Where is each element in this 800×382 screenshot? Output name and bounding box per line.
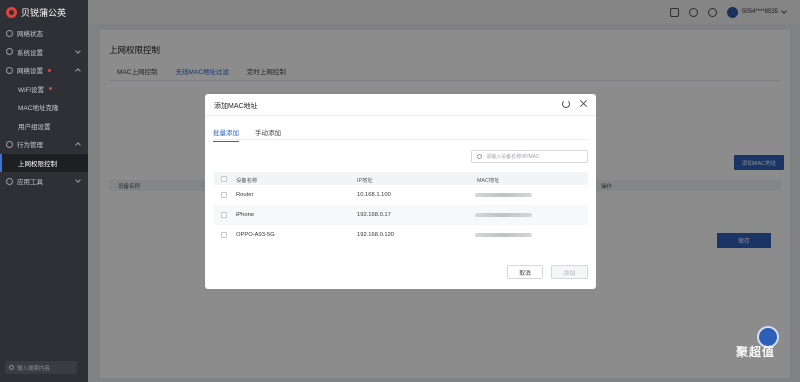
shield-icon [6,140,13,148]
table-row[interactable]: OPPO-A93-5G 192.168.0.120 [214,225,588,245]
sidebar-search-input[interactable]: 输入搜索内容 [5,361,77,374]
sidebar-item-label: 系统设置 [17,49,43,57]
device-table: 设备名称 IP地址 MAC地址 Router 10.168.1.100 iPho… [214,172,588,245]
row-checkbox[interactable] [221,212,227,218]
sidebar-item-network-status[interactable]: 网络状态 [0,24,88,43]
sidebar-item-label: MAC地址克隆 [18,105,59,113]
close-icon[interactable] [579,99,588,108]
table-header: 设备名称 IP地址 MAC地址 [214,172,588,185]
modal-tabs-divider [213,138,588,140]
gear-icon [6,48,13,56]
sidebar-item-system-settings[interactable]: 系统设置 [0,43,88,62]
chevron-down-icon [75,177,81,183]
alert-dot-icon [48,68,51,72]
network-icon [6,66,13,74]
tab-batch-add[interactable]: 批量添加 [213,127,239,142]
sidebar-item-user-groups[interactable]: 用户组设置 [0,117,88,136]
tab-manual-add[interactable]: 手动添加 [255,127,281,142]
refresh-icon[interactable] [562,100,570,108]
device-ip: 192.168.0.120 [357,232,395,238]
device-search-input[interactable]: 请输入设备名称/IP/MAC [471,150,588,163]
grid-icon [6,177,13,185]
column-ip: IP地址 [357,177,373,184]
sidebar-item-label: 行为管理 [17,142,43,150]
sidebar-item-app-tools[interactable]: 应用工具 [0,172,88,191]
chevron-up-icon [75,68,81,74]
modal-title: 添加MAC地址 [214,103,258,110]
row-checkbox[interactable] [221,232,227,238]
alert-dot-icon [49,87,52,91]
search-icon [9,365,14,370]
sidebar-item-network-settings[interactable]: 网络设置 [0,61,88,80]
chevron-down-icon [75,47,81,54]
mac-address-redacted [475,193,532,197]
sidebar-nav: 网络状态 系统设置 网络设置 WiFi设置 MAC地址克隆 用户组设置 行为管理 [0,24,88,191]
search-placeholder: 请输入设备名称/IP/MAC [486,154,540,160]
device-name: iPhone [236,212,255,218]
mac-address-redacted [475,213,532,217]
modal-header-divider [205,115,596,116]
sidebar-item-mac-clone[interactable]: MAC地址克隆 [0,98,88,117]
column-device-name: 设备名称 [236,177,258,184]
modal-tabs: 批量添加 手动添加 [213,127,281,142]
device-name: Router [236,192,254,198]
table-row[interactable]: Router 10.168.1.100 [214,185,588,205]
column-mac: MAC地址 [477,177,500,184]
sidebar-item-wifi-settings[interactable]: WiFi设置 [0,80,88,99]
sidebar-item-label: 网络状态 [17,31,43,39]
select-all-checkbox[interactable] [221,175,227,182]
sidebar-item-access-control[interactable]: 上网权限控制 [0,153,88,172]
table-row[interactable]: iPhone 192.168.0.17 [214,205,588,225]
brand-logo: 贝锐蒲公英 [0,0,88,24]
sidebar: 贝锐蒲公英 网络状态 系统设置 网络设置 WiFi设置 MAC地址克隆 用户组设… [0,0,88,382]
logo-icon [6,6,17,18]
brand-name: 贝锐蒲公英 [21,7,67,18]
add-mac-modal: 添加MAC地址 批量添加 手动添加 请输入设备名称/IP/MAC 设备名称 IP… [205,94,596,289]
sidebar-item-label: 上网权限控制 [18,160,57,168]
sidebar-item-label: 用户组设置 [18,123,51,131]
sidebar-item-label: 网络设置 [17,68,43,76]
device-name: OPPO-A93-5G [236,232,275,238]
cancel-button[interactable]: 取消 [507,265,543,279]
device-ip: 10.168.1.100 [357,192,391,198]
sidebar-item-label: 应用工具 [17,179,43,187]
search-icon [477,154,482,159]
watermark-logo: 聚超值 [736,345,776,359]
chevron-up-icon [75,142,81,148]
mac-address-redacted [475,233,532,237]
row-checkbox[interactable] [221,192,227,198]
globe-icon [6,29,13,37]
device-ip: 192.168.0.17 [357,212,391,218]
sidebar-search-placeholder: 输入搜索内容 [17,365,51,372]
add-button[interactable]: 添加 [551,265,588,279]
sidebar-item-label: WiFi设置 [18,86,44,94]
sidebar-item-behavior-management[interactable]: 行为管理 [0,135,88,154]
